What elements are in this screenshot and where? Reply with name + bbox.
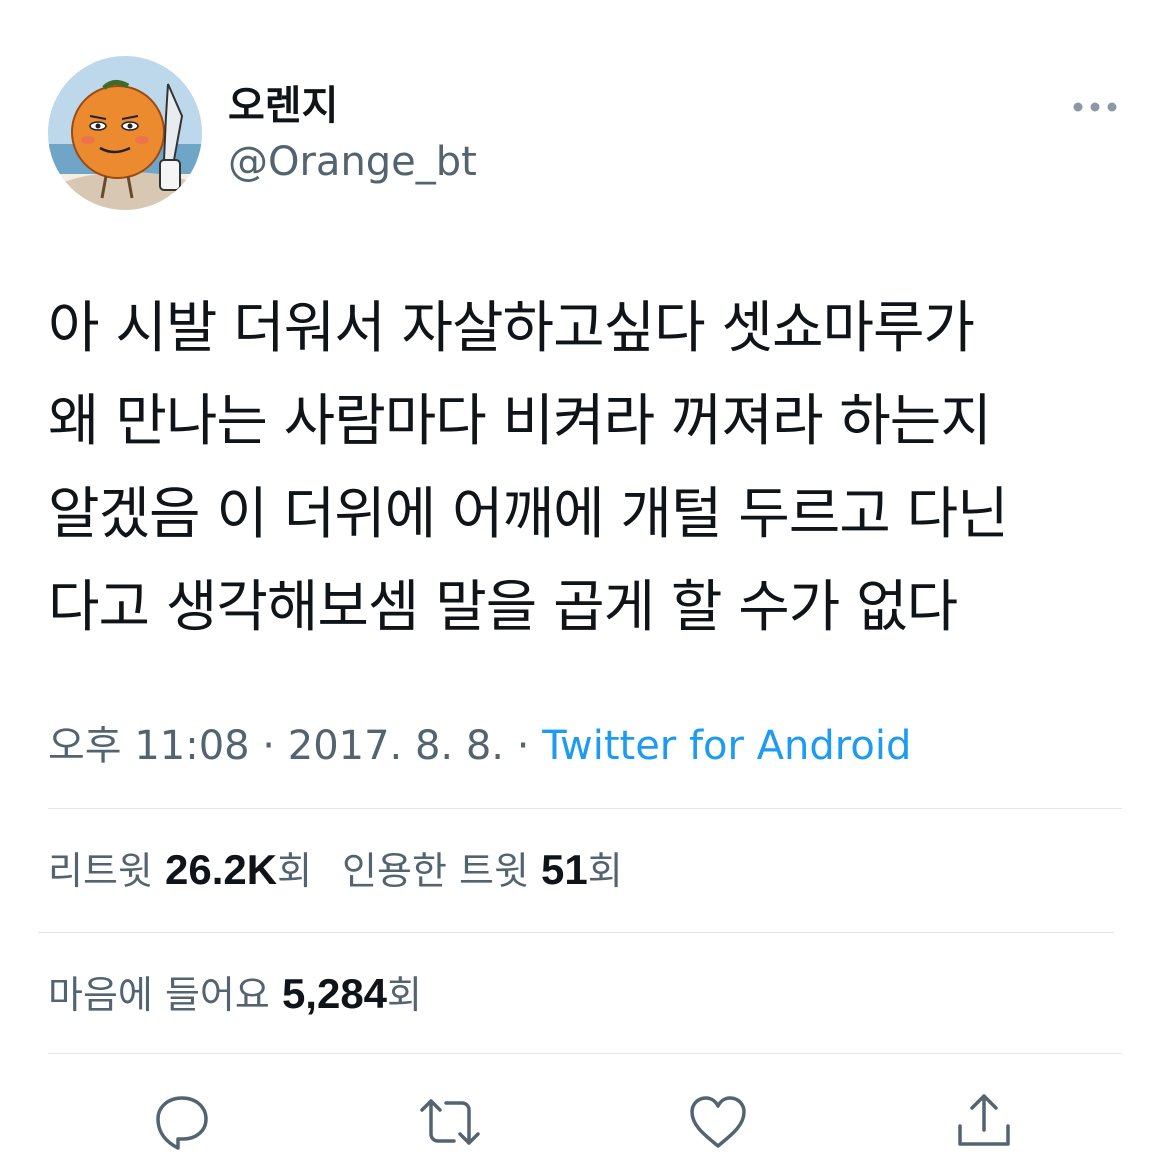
retweet-button[interactable] — [418, 1090, 482, 1154]
retweets-stat[interactable]: 리트윗 26.2K회 — [48, 844, 312, 897]
display-name[interactable]: 오렌지 — [228, 82, 338, 130]
reply-icon — [156, 1096, 208, 1150]
like-icon — [690, 1096, 746, 1148]
tweet-time[interactable]: 오후 11:08 — [48, 723, 250, 769]
share-icon — [958, 1094, 1010, 1146]
likes-count: 5,284 — [281, 970, 388, 1017]
more-icon — [1073, 102, 1117, 112]
retweet-stats-row: 리트윗 26.2K회 인용한 트윗 51회 — [48, 844, 623, 897]
retweets-label: 리트윗 — [48, 849, 153, 893]
divider — [48, 1053, 1122, 1054]
retweet-icon — [420, 1099, 480, 1145]
more-button[interactable] — [1068, 92, 1122, 122]
like-button[interactable] — [686, 1090, 750, 1154]
quotes-suffix: 회 — [587, 849, 623, 893]
avatar[interactable] — [48, 56, 202, 210]
retweets-suffix: 회 — [277, 849, 313, 893]
retweets-count: 26.2K — [164, 846, 278, 893]
meta-separator: · — [504, 723, 543, 769]
tweet-date[interactable]: 2017. 8. 8. — [288, 723, 504, 769]
likes-stats-row: 마음에 들어요 5,284회 — [48, 968, 422, 1021]
avatar-image — [48, 56, 202, 210]
divider — [48, 808, 1122, 809]
tweet-text: 아 시발 더워서 자살하고싶다 셋쇼마루가 왜 만나는 사람마다 비켜라 꺼져라… — [48, 296, 1009, 640]
tweet-source-link[interactable]: Twitter for Android — [542, 723, 911, 769]
likes-suffix: 회 — [387, 973, 423, 1017]
likes-label: 마음에 들어요 — [48, 973, 270, 1017]
divider — [38, 932, 1114, 933]
likes-stat[interactable]: 마음에 들어요 5,284회 — [48, 968, 422, 1021]
share-button[interactable] — [952, 1090, 1016, 1154]
quotes-count: 51 — [541, 846, 588, 893]
tweet-meta: 오후 11:08 · 2017. 8. 8. · Twitter for And… — [48, 720, 911, 772]
quotes-stat[interactable]: 인용한 트윗 51회 — [342, 844, 623, 897]
reply-button[interactable] — [150, 1090, 214, 1154]
quotes-label: 인용한 트윗 — [342, 849, 529, 893]
user-handle[interactable]: @Orange_bt — [228, 138, 477, 186]
meta-separator: · — [249, 723, 288, 769]
